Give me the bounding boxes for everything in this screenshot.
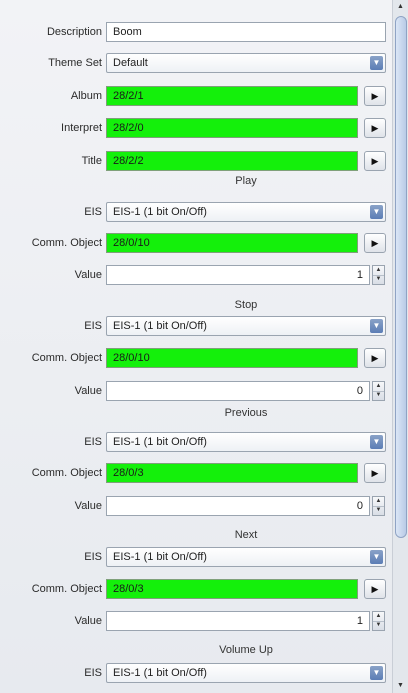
- comm-object-label: Comm. Object: [31, 237, 102, 249]
- value-label: Value: [74, 385, 102, 397]
- theme-set-label: Theme Set: [48, 57, 102, 69]
- section-heading-play: Play: [235, 175, 257, 187]
- eis-label: EIS: [84, 206, 102, 218]
- previous-value-row: Value 0 ▲ ▼: [0, 494, 392, 518]
- album-assign-button[interactable]: ▶: [364, 86, 386, 106]
- title-row: Title 28/2/2 ▶: [0, 149, 392, 173]
- play-arrow-icon: ▶: [371, 468, 379, 478]
- theme-set-value: Default: [113, 57, 148, 69]
- scroll-down-icon[interactable]: ▼: [394, 680, 407, 692]
- spin-down-icon[interactable]: ▼: [373, 275, 384, 284]
- eis-value: EIS-1 (1 bit On/Off): [113, 206, 207, 218]
- scrollbar-thumb[interactable]: [395, 16, 407, 538]
- next-value-input[interactable]: 1: [106, 611, 370, 631]
- previous-comm-row: Comm. Object 28/0/3 ▶: [0, 461, 392, 485]
- stop-eis-row: EIS EIS-1 (1 bit On/Off) ▼: [0, 314, 392, 338]
- scroll-up-icon[interactable]: ▲: [394, 1, 407, 13]
- spin-down-icon[interactable]: ▼: [373, 621, 384, 630]
- play-value-row: Value 1 ▲ ▼: [0, 263, 392, 287]
- chevron-down-icon[interactable]: ▼: [370, 666, 383, 680]
- interpret-row: Interpret 28/2/0 ▶: [0, 116, 392, 140]
- next-eis-row: EIS EIS-1 (1 bit On/Off) ▼: [0, 545, 392, 569]
- eis-value: EIS-1 (1 bit On/Off): [113, 436, 207, 448]
- stop-value-row: Value 0 ▲ ▼: [0, 379, 392, 403]
- play-comm-assign-button[interactable]: ▶: [364, 233, 386, 253]
- description-label: Description: [46, 26, 102, 38]
- play-arrow-icon: ▶: [371, 238, 379, 248]
- play-arrow-icon: ▶: [371, 156, 379, 166]
- interpret-assign-button[interactable]: ▶: [364, 118, 386, 138]
- album-row: Album 28/2/1 ▶: [0, 84, 392, 108]
- play-value-input[interactable]: 1: [106, 265, 370, 285]
- next-comm-assign-button[interactable]: ▶: [364, 579, 386, 599]
- next-eis-select[interactable]: EIS-1 (1 bit On/Off) ▼: [106, 547, 386, 567]
- comm-object-label: Comm. Object: [31, 467, 102, 479]
- stop-comm-object-field[interactable]: 28/0/10: [106, 348, 358, 368]
- chevron-down-icon[interactable]: ▼: [370, 435, 383, 449]
- play-arrow-icon: ▶: [371, 123, 379, 133]
- play-arrow-icon: ▶: [371, 353, 379, 363]
- stop-value-spinner[interactable]: ▲ ▼: [372, 381, 385, 401]
- play-comm-object-field[interactable]: 28/0/10: [106, 233, 358, 253]
- next-value-spinner[interactable]: ▲ ▼: [372, 611, 385, 631]
- chevron-down-icon[interactable]: ▼: [370, 550, 383, 564]
- value-label: Value: [74, 500, 102, 512]
- play-eis-select[interactable]: EIS-1 (1 bit On/Off) ▼: [106, 202, 386, 222]
- chevron-down-icon[interactable]: ▼: [370, 319, 383, 333]
- title-assign-button[interactable]: ▶: [364, 151, 386, 171]
- stop-eis-select[interactable]: EIS-1 (1 bit On/Off) ▼: [106, 316, 386, 336]
- play-eis-row: EIS EIS-1 (1 bit On/Off) ▼: [0, 200, 392, 224]
- next-comm-row: Comm. Object 28/0/3 ▶: [0, 577, 392, 601]
- spin-down-icon[interactable]: ▼: [373, 506, 384, 515]
- stop-comm-row: Comm. Object 28/0/10 ▶: [0, 346, 392, 370]
- properties-panel: Description Boom Theme Set Default ▼ Alb…: [0, 0, 393, 693]
- section-heading-next: Next: [234, 529, 258, 541]
- theme-set-select[interactable]: Default ▼: [106, 53, 386, 73]
- eis-label: EIS: [84, 551, 102, 563]
- volume-up-eis-row: EIS EIS-1 (1 bit On/Off) ▼: [0, 661, 392, 685]
- previous-eis-select[interactable]: EIS-1 (1 bit On/Off) ▼: [106, 432, 386, 452]
- eis-value: EIS-1 (1 bit On/Off): [113, 551, 207, 563]
- description-input[interactable]: Boom: [106, 22, 386, 42]
- title-address-field[interactable]: 28/2/2: [106, 151, 358, 171]
- value-label: Value: [74, 615, 102, 627]
- previous-comm-object-field[interactable]: 28/0/3: [106, 463, 358, 483]
- spin-down-icon[interactable]: ▼: [373, 391, 384, 400]
- eis-value: EIS-1 (1 bit On/Off): [113, 667, 207, 679]
- vertical-scrollbar[interactable]: ▲ ▼: [393, 0, 408, 693]
- chevron-down-icon[interactable]: ▼: [370, 56, 383, 70]
- album-label: Album: [70, 90, 102, 102]
- section-heading-stop: Stop: [234, 299, 258, 311]
- eis-label: EIS: [84, 667, 102, 679]
- previous-value-spinner[interactable]: ▲ ▼: [372, 496, 385, 516]
- next-value-row: Value 1 ▲ ▼: [0, 609, 392, 633]
- previous-comm-assign-button[interactable]: ▶: [364, 463, 386, 483]
- title-label: Title: [81, 155, 102, 167]
- theme-set-row: Theme Set Default ▼: [0, 51, 392, 75]
- previous-eis-row: EIS EIS-1 (1 bit On/Off) ▼: [0, 430, 392, 454]
- volume-up-eis-select[interactable]: EIS-1 (1 bit On/Off) ▼: [106, 663, 386, 683]
- comm-object-label: Comm. Object: [31, 352, 102, 364]
- stop-comm-assign-button[interactable]: ▶: [364, 348, 386, 368]
- eis-value: EIS-1 (1 bit On/Off): [113, 320, 207, 332]
- play-value-spinner[interactable]: ▲ ▼: [372, 265, 385, 285]
- interpret-address-field[interactable]: 28/2/0: [106, 118, 358, 138]
- description-row: Description Boom: [0, 20, 392, 44]
- interpret-label: Interpret: [61, 122, 102, 134]
- eis-label: EIS: [84, 320, 102, 332]
- stop-value-input[interactable]: 0: [106, 381, 370, 401]
- previous-value-input[interactable]: 0: [106, 496, 370, 516]
- next-comm-object-field[interactable]: 28/0/3: [106, 579, 358, 599]
- play-arrow-icon: ▶: [371, 584, 379, 594]
- value-label: Value: [74, 269, 102, 281]
- eis-label: EIS: [84, 436, 102, 448]
- play-comm-row: Comm. Object 28/0/10 ▶: [0, 231, 392, 255]
- play-arrow-icon: ▶: [371, 91, 379, 101]
- section-heading-volume-up: Volume Up: [219, 644, 273, 656]
- chevron-down-icon[interactable]: ▼: [370, 205, 383, 219]
- comm-object-label: Comm. Object: [31, 583, 102, 595]
- section-heading-previous: Previous: [224, 407, 268, 419]
- album-address-field[interactable]: 28/2/1: [106, 86, 358, 106]
